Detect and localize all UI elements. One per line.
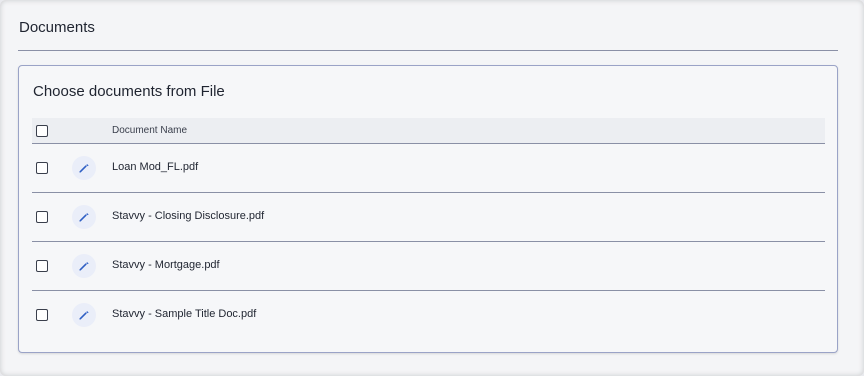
- table-row: Stavvy - Mortgage.pdf: [32, 242, 825, 291]
- edit-button[interactable]: [72, 254, 96, 278]
- document-name: Stavvy - Sample Title Doc.pdf: [112, 308, 257, 320]
- document-name: Stavvy - Mortgage.pdf: [112, 259, 220, 271]
- table-row: Loan Mod_FL.pdf: [32, 144, 825, 193]
- section-divider: [18, 50, 838, 51]
- row-checkbox[interactable]: [36, 260, 48, 272]
- document-name: Loan Mod_FL.pdf: [112, 161, 199, 173]
- pencil-icon: [79, 213, 89, 222]
- row-checkbox[interactable]: [36, 211, 48, 223]
- select-all-checkbox[interactable]: [36, 125, 48, 137]
- pencil-icon: [79, 262, 89, 271]
- edit-button[interactable]: [72, 205, 96, 229]
- table-row: Stavvy - Sample Title Doc.pdf: [32, 291, 825, 340]
- documents-table: Document Name Loan Mod_FL.pdf Stavvy - C…: [32, 118, 825, 340]
- column-header-document-name: Document Name: [112, 125, 188, 136]
- documents-section: Documents Choose documents from File Doc…: [0, 0, 864, 376]
- choose-documents-panel: Choose documents from File Document Name…: [18, 65, 838, 353]
- panel-title: Choose documents from File: [33, 83, 225, 100]
- row-checkbox[interactable]: [36, 162, 48, 174]
- pencil-icon: [79, 164, 89, 173]
- row-checkbox[interactable]: [36, 309, 48, 321]
- section-title: Documents: [19, 19, 95, 36]
- pencil-icon: [79, 311, 89, 320]
- table-header: Document Name: [32, 118, 825, 144]
- table-row: Stavvy - Closing Disclosure.pdf: [32, 193, 825, 242]
- document-name: Stavvy - Closing Disclosure.pdf: [112, 210, 265, 222]
- edit-button[interactable]: [72, 303, 96, 327]
- edit-button[interactable]: [72, 156, 96, 180]
